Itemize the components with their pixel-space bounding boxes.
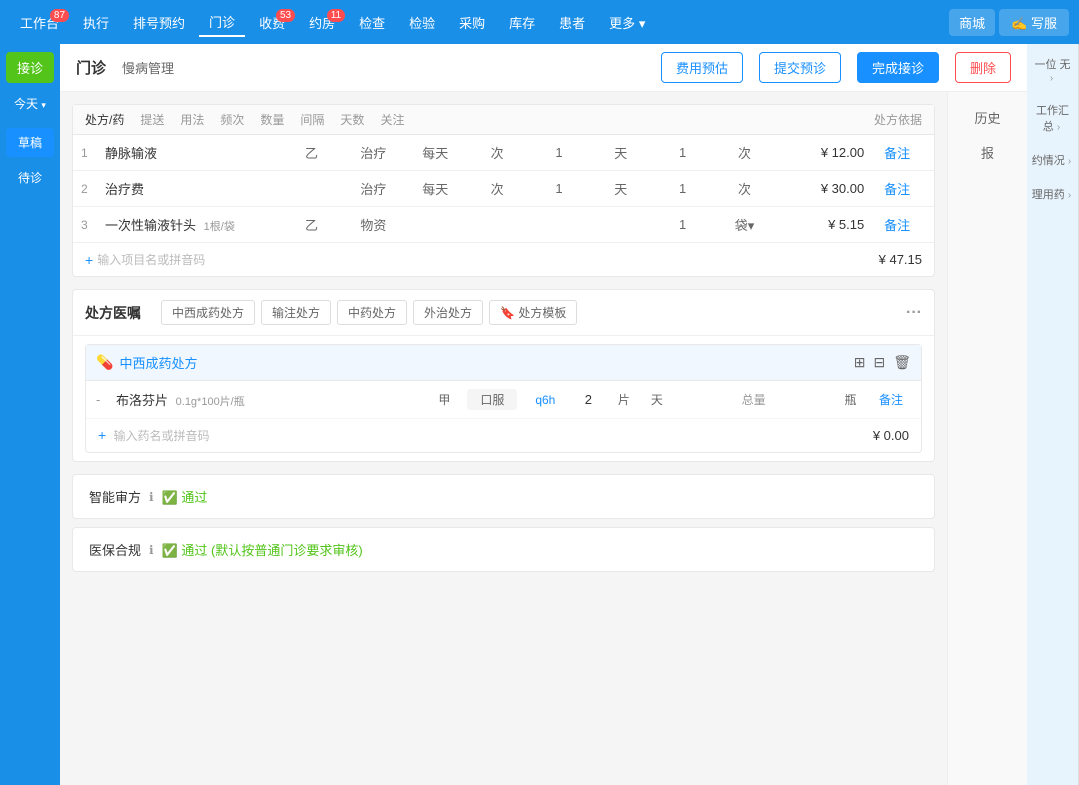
prescription-title-row: 💊 中西成药处方 ⊞ ⊟ 🗑 bbox=[86, 345, 921, 381]
content-area: 门诊 慢病管理 费用预估 提交预诊 完成接诊 删除 处方/药 提送 用法 频次 … bbox=[60, 44, 1027, 785]
nav-fee[interactable]: 收费 53 bbox=[249, 9, 295, 36]
prescription-tabs: 中西成药处方 输注处方 中药处方 外治处方 🔖 处方模板 bbox=[161, 300, 577, 325]
page-subtitle[interactable]: 慢病管理 bbox=[122, 58, 174, 77]
insurance-review-info-icon[interactable]: ℹ bbox=[149, 543, 154, 557]
prescription-actions: ⊞ ⊟ 🗑 bbox=[854, 354, 911, 371]
nav-clinic[interactable]: 门诊 bbox=[199, 8, 245, 37]
prescription-inner-card: 💊 中西成药处方 ⊞ ⊟ 🗑 - 布洛芬片 bbox=[85, 344, 922, 453]
top-navigation: 工作台 87 执行 排号预约 门诊 收费 53 约房 11 检查 检验 采购 库… bbox=[0, 0, 1079, 44]
sidebar-draft[interactable]: 草稿 bbox=[6, 128, 54, 157]
sidebar-right-summary[interactable]: 工作汇总 › bbox=[1029, 94, 1076, 142]
tab-external[interactable]: 外治处方 bbox=[413, 300, 483, 325]
sidebar-right-position[interactable]: 一位 无 › bbox=[1029, 48, 1076, 92]
copy-prescription-btn[interactable]: ⊞ bbox=[854, 354, 866, 371]
drug-row: - 布洛芬片 0.1g*100片/瓶 甲 口服 q6h 2 片 天 总量 bbox=[86, 381, 921, 419]
write-btn[interactable]: ✍ 写服 bbox=[999, 9, 1069, 36]
prescription-card: 处方医嘱 中西成药处方 输注处方 中药处方 外治处方 🔖 处方模板 ··· bbox=[72, 289, 935, 462]
page-title: 门诊 bbox=[76, 57, 106, 78]
accept-btn[interactable]: 接诊 bbox=[6, 52, 54, 83]
fee-badge: 53 bbox=[276, 9, 295, 22]
prescription-section-header: 处方医嘱 中西成药处方 输注处方 中药处方 外治处方 🔖 处方模板 ··· bbox=[73, 290, 934, 336]
room-badge: 11 bbox=[327, 9, 345, 22]
main-content-scroll: 处方/药 提送 用法 频次 数量 间隔 天数 关注 处方依据 1 bbox=[60, 92, 947, 785]
nav-mall[interactable]: 商城 bbox=[949, 9, 995, 36]
nav-schedule[interactable]: 排号预约 bbox=[123, 9, 195, 36]
insurance-review-status: ✅ 通过 (默认按普通门诊要求审核) bbox=[162, 540, 363, 559]
sidebar-right-panel: 一位 无 › 工作汇总 › 约情况 › 理用药 › bbox=[1027, 44, 1079, 785]
intelligent-review-status: ✅ 通过 bbox=[162, 487, 208, 506]
table-row: 3 一次性输液针头 1根/袋 乙 物资 1 袋▾ ¥ 5.15 bbox=[73, 207, 934, 243]
nav-inventory[interactable]: 库存 bbox=[499, 9, 545, 36]
nav-purchase[interactable]: 采购 bbox=[449, 9, 495, 36]
more-options-btn[interactable]: ··· bbox=[906, 304, 922, 322]
add-treatment-row[interactable]: + 输入项目名或拼音码 ¥ 47.15 bbox=[73, 243, 934, 276]
history-tab[interactable]: 历史 bbox=[966, 104, 1008, 131]
left-sidebar: 接诊 今天 ▾ 草稿 待诊 bbox=[0, 44, 60, 785]
intelligent-review-section: 智能审方 ℹ ✅ 通过 bbox=[72, 474, 935, 519]
insurance-review-section: 医保合规 ℹ ✅ 通过 (默认按普通门诊要求审核) bbox=[72, 527, 935, 572]
delete-btn[interactable]: 删除 bbox=[955, 52, 1011, 83]
add-drug-row[interactable]: + 输入药名或拼音码 ¥ 0.00 bbox=[86, 419, 921, 452]
tab-infusion[interactable]: 输注处方 bbox=[261, 300, 331, 325]
tab-chinese-western[interactable]: 中西成药处方 bbox=[161, 300, 255, 325]
page-header: 门诊 慢病管理 费用预估 提交预诊 完成接诊 删除 bbox=[60, 44, 1027, 92]
export-prescription-btn[interactable]: ⊟ bbox=[873, 354, 885, 371]
nav-examination[interactable]: 检查 bbox=[349, 9, 395, 36]
table-row: 2 治疗费 治疗 每天 次 1 天 1 次 ¥ 30.00 备注 bbox=[73, 171, 934, 207]
sidebar-right-medication[interactable]: 理用药 › bbox=[1029, 178, 1076, 210]
right-panel: 历史 报 bbox=[947, 92, 1027, 785]
sidebar-today[interactable]: 今天 ▾ bbox=[6, 87, 54, 120]
intelligent-review-info-icon[interactable]: ℹ bbox=[149, 490, 154, 504]
table-row: 1 静脉输液 乙 治疗 每天 次 1 天 1 次 ¥ 12.00 备注 bbox=[73, 135, 934, 171]
nav-execute[interactable]: 执行 bbox=[73, 9, 119, 36]
tab-chinese-medicine[interactable]: 中药处方 bbox=[337, 300, 407, 325]
treatment-table-card: 处方/药 提送 用法 频次 数量 间隔 天数 关注 处方依据 1 bbox=[72, 104, 935, 277]
sidebar-wait[interactable]: 待诊 bbox=[6, 161, 54, 194]
nav-workbench[interactable]: 工作台 87 bbox=[10, 9, 69, 36]
treatment-table-header: 处方/药 提送 用法 频次 数量 间隔 天数 关注 处方依据 bbox=[73, 105, 934, 135]
fee-estimate-btn[interactable]: 费用预估 bbox=[661, 52, 743, 83]
nav-lab[interactable]: 检验 bbox=[399, 9, 445, 36]
content-row: 处方/药 提送 用法 频次 数量 间隔 天数 关注 处方依据 1 bbox=[60, 92, 1027, 785]
main-layout: 接诊 今天 ▾ 草稿 待诊 门诊 慢病管理 费用预估 提交预诊 完成接诊 删除 bbox=[0, 44, 1079, 785]
complete-visit-btn[interactable]: 完成接诊 bbox=[857, 52, 939, 83]
nav-patient[interactable]: 患者 bbox=[549, 9, 595, 36]
prescription-type-icon: 💊 bbox=[96, 354, 113, 371]
nav-room[interactable]: 约房 11 bbox=[299, 9, 345, 36]
nav-more[interactable]: 更多 ▾ bbox=[599, 9, 655, 36]
report-tab[interactable]: 报 bbox=[973, 139, 1002, 166]
workbench-badge: 87 bbox=[50, 9, 69, 22]
tab-template[interactable]: 🔖 处方模板 bbox=[489, 300, 577, 325]
delete-prescription-btn[interactable]: 🗑 bbox=[893, 354, 911, 371]
sidebar-right-appointment[interactable]: 约情况 › bbox=[1029, 144, 1076, 176]
submit-prediag-btn[interactable]: 提交预诊 bbox=[759, 52, 841, 83]
